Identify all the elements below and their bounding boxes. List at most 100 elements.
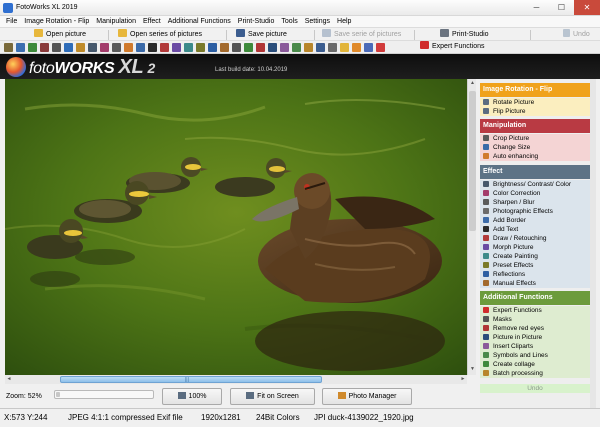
sidebar-item-picture-in-picture[interactable]: Picture in Picture bbox=[480, 333, 590, 342]
star-icon[interactable] bbox=[340, 43, 349, 52]
sidebar-item-morph-picture[interactable]: Morph Picture bbox=[480, 243, 590, 252]
sidebar-item-insert-cliparts[interactable]: Insert Cliparts bbox=[480, 342, 590, 351]
sidebar-item-manual-effects[interactable]: Manual Effects bbox=[480, 279, 590, 288]
print-studio-button[interactable]: Print-Studio bbox=[440, 29, 489, 40]
sidebar-item-sharpen-blur[interactable]: Sharpen / Blur bbox=[480, 198, 590, 207]
sidebar-item-preset-effects[interactable]: Preset Effects bbox=[480, 261, 590, 270]
sidebar-item-create-painting[interactable]: Create Painting bbox=[480, 252, 590, 261]
redeye-icon[interactable] bbox=[256, 43, 265, 52]
scroll-right-icon[interactable]: ► bbox=[459, 375, 467, 384]
sidebar-item-photographic-effects[interactable]: Photographic Effects bbox=[480, 207, 590, 216]
morph-icon[interactable] bbox=[172, 43, 181, 52]
zoom-slider-knob[interactable] bbox=[56, 392, 60, 397]
enhance-icon[interactable] bbox=[76, 43, 85, 52]
sidebar-undo-button[interactable]: Undo bbox=[480, 384, 590, 393]
sidebar-item-batch-processing[interactable]: Batch processing bbox=[480, 369, 590, 378]
menu-help[interactable]: Help bbox=[337, 16, 351, 27]
scroll-up-icon[interactable]: ▲ bbox=[469, 80, 476, 87]
info-icon[interactable] bbox=[364, 43, 373, 52]
minimize-button[interactable]: ─ bbox=[524, 0, 549, 15]
resize-icon[interactable] bbox=[64, 43, 73, 52]
sidebar-item-draw-retouching[interactable]: Draw / Retouching bbox=[480, 234, 590, 243]
sidebar-scrollbar[interactable] bbox=[590, 79, 596, 408]
zoom-slider[interactable] bbox=[54, 390, 154, 399]
group-header-image-rotation[interactable]: Image Rotation - Flip bbox=[480, 83, 590, 97]
menu-manipulation[interactable]: Manipulation bbox=[96, 16, 136, 27]
save-picture-button[interactable]: Save picture bbox=[236, 29, 287, 40]
batch-icon[interactable] bbox=[304, 43, 313, 52]
text-icon[interactable] bbox=[148, 43, 157, 52]
sharpen-icon[interactable] bbox=[112, 43, 121, 52]
group-header-effect[interactable]: Effect bbox=[480, 165, 590, 179]
preset-icon[interactable] bbox=[196, 43, 205, 52]
open-series-button[interactable]: Open series of pictures bbox=[118, 29, 202, 40]
menu-image-rotation[interactable]: Image Rotation - Flip bbox=[24, 16, 89, 27]
flip-horizontal-icon[interactable] bbox=[28, 43, 37, 52]
rotate-right-icon[interactable] bbox=[16, 43, 25, 52]
close-image-icon[interactable] bbox=[376, 43, 385, 52]
image-canvas[interactable] bbox=[5, 79, 467, 375]
folder-icon[interactable] bbox=[352, 43, 361, 52]
draw-icon[interactable] bbox=[160, 43, 169, 52]
maximize-button[interactable]: ☐ bbox=[549, 0, 574, 15]
sidebar-item-flip-picture[interactable]: Flip Picture bbox=[480, 107, 590, 116]
sidebar-item-symbols-lines[interactable]: Symbols and Lines bbox=[480, 351, 590, 360]
menu-additional-functions[interactable]: Additional Functions bbox=[168, 16, 231, 27]
open-picture-button[interactable]: Open picture bbox=[34, 29, 86, 40]
collage-icon[interactable] bbox=[244, 43, 253, 52]
fit-on-screen-button[interactable]: Fit on Screen bbox=[230, 388, 315, 405]
menu-print-studio[interactable]: Print-Studio bbox=[238, 16, 275, 27]
horizontal-scroll-thumb[interactable]: ||| bbox=[60, 376, 322, 383]
effect-icon[interactable] bbox=[124, 43, 133, 52]
sidebar-item-change-size[interactable]: Change Size bbox=[480, 143, 590, 152]
group-header-additional-functions[interactable]: Additional Functions bbox=[480, 291, 590, 305]
save-series-button[interactable]: Save serie of pictures bbox=[322, 29, 401, 40]
scroll-down-icon[interactable]: ▼ bbox=[469, 366, 476, 373]
zoom-100-button[interactable]: 100% bbox=[162, 388, 222, 405]
sidebar-item-create-collage[interactable]: Create collage bbox=[480, 360, 590, 369]
logo-version: 2 bbox=[147, 60, 155, 76]
sidebar-item-color-correction[interactable]: Color Correction bbox=[480, 189, 590, 198]
close-button[interactable]: ✕ bbox=[574, 0, 600, 15]
zoom-icon[interactable] bbox=[328, 43, 337, 52]
reflection-icon[interactable] bbox=[208, 43, 217, 52]
rotate-left-icon[interactable] bbox=[4, 43, 13, 52]
vertical-scroll-thumb[interactable] bbox=[469, 91, 476, 231]
expert-functions-button[interactable]: Expert Functions bbox=[420, 41, 485, 52]
border-icon[interactable] bbox=[136, 43, 145, 52]
mask-icon[interactable] bbox=[232, 43, 241, 52]
sidebar-item-expert-functions[interactable]: Expert Functions bbox=[480, 306, 590, 315]
menu-tools[interactable]: Tools bbox=[281, 16, 297, 27]
symbols-icon[interactable] bbox=[292, 43, 301, 52]
brightness-icon[interactable] bbox=[88, 43, 97, 52]
flip-vertical-icon[interactable] bbox=[40, 43, 49, 52]
crop-icon[interactable] bbox=[52, 43, 61, 52]
group-header-manipulation[interactable]: Manipulation bbox=[480, 119, 590, 133]
scroll-left-icon[interactable]: ◄ bbox=[5, 375, 13, 384]
vertical-scrollbar[interactable]: ▲ ▼ bbox=[467, 79, 476, 375]
sidebar-item-brightness[interactable]: Brightness/ Contrast/ Color bbox=[480, 180, 590, 189]
undo-button[interactable]: Undo bbox=[563, 29, 590, 40]
grid-icon[interactable] bbox=[316, 43, 325, 52]
sidebar-item-remove-red-eyes[interactable]: Remove red eyes bbox=[480, 324, 590, 333]
clipart-icon[interactable] bbox=[280, 43, 289, 52]
expert-icon bbox=[483, 307, 489, 313]
menu-file[interactable]: File bbox=[6, 16, 17, 27]
color-icon[interactable] bbox=[100, 43, 109, 52]
menu-settings[interactable]: Settings bbox=[305, 16, 330, 27]
sidebar-item-rotate-picture[interactable]: Rotate Picture bbox=[480, 98, 590, 107]
sidebar-item-add-border[interactable]: Add Border bbox=[480, 216, 590, 225]
sidebar-item-auto-enhancing[interactable]: Auto enhancing bbox=[480, 152, 590, 161]
picture-in-picture-icon[interactable] bbox=[268, 43, 277, 52]
sidebar-item-crop-picture[interactable]: Crop Picture bbox=[480, 134, 590, 143]
photo-manager-button[interactable]: Photo Manager bbox=[322, 388, 412, 405]
printer-icon bbox=[440, 29, 449, 37]
manual-effect-icon[interactable] bbox=[220, 43, 229, 52]
sidebar-item-add-text[interactable]: Add Text bbox=[480, 225, 590, 234]
sidebar-item-masks[interactable]: Masks bbox=[480, 315, 590, 324]
sidebar-item-reflections[interactable]: Reflections bbox=[480, 270, 590, 279]
menu-effect[interactable]: Effect bbox=[143, 16, 161, 27]
painting-icon[interactable] bbox=[184, 43, 193, 52]
horizontal-scrollbar[interactable]: ◄ ||| ► bbox=[5, 375, 467, 384]
sidebar-item-label: Picture in Picture bbox=[493, 334, 543, 341]
